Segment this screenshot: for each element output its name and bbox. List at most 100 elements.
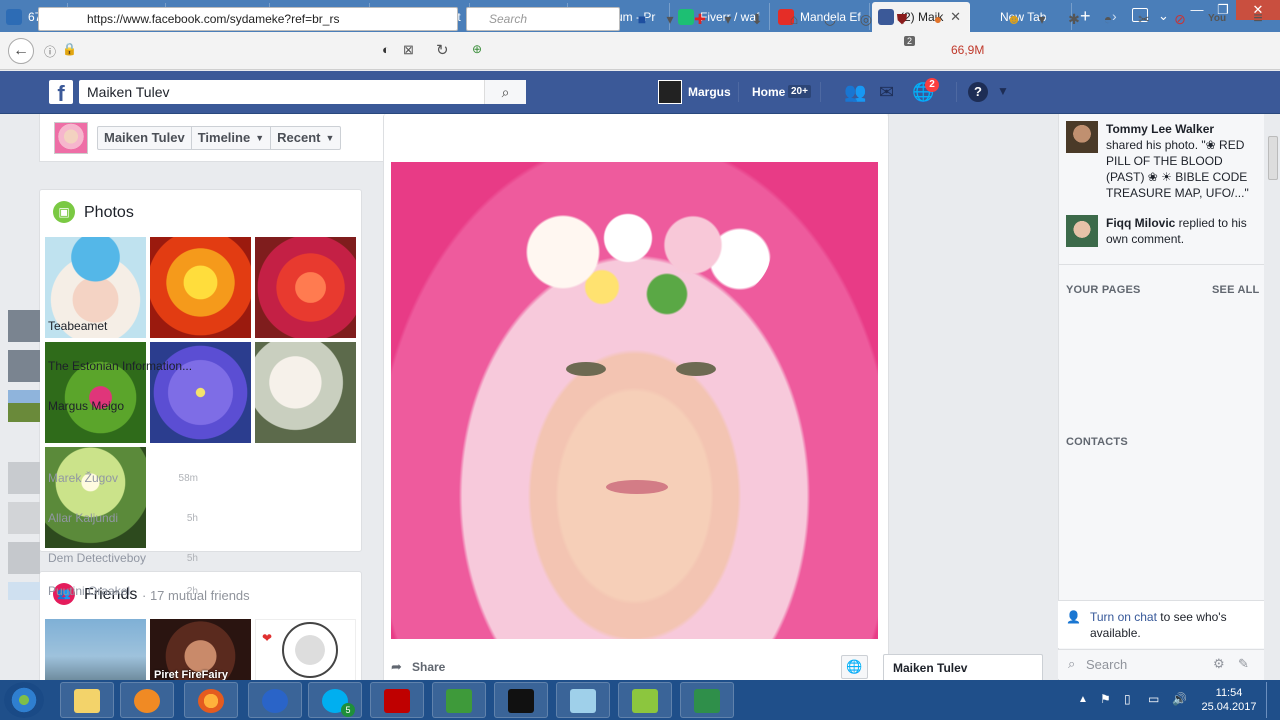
- page-item[interactable]: Teabeamet: [8, 310, 198, 342]
- gear-icon[interactable]: ⚙: [1213, 656, 1225, 672]
- divider: [956, 82, 957, 102]
- see-all-link[interactable]: SEE ALL: [1212, 284, 1259, 296]
- ticker-name[interactable]: Fiqq Milovic: [1106, 216, 1175, 230]
- ticker-story[interactable]: Fiqq Milovic replied to his own comment.: [1106, 215, 1258, 247]
- home-icon[interactable]: ⌂: [786, 11, 802, 27]
- account-menu-chevron-icon[interactable]: ▼: [997, 84, 1009, 98]
- contact-item[interactable]: Dem Detectiveboy 5h: [8, 542, 198, 574]
- ublock-icon[interactable]: ⛊: [894, 11, 910, 27]
- browser-taskbar-button[interactable]: [248, 682, 302, 718]
- start-button[interactable]: [4, 682, 44, 718]
- dropdown-chevron-icon[interactable]: ▾: [662, 11, 678, 27]
- avatar[interactable]: [658, 80, 682, 104]
- save-icon[interactable]: ■: [634, 11, 650, 27]
- friend-thumbnail[interactable]: [45, 619, 146, 681]
- ticker-name[interactable]: Tommy Lee Walker: [1106, 122, 1214, 136]
- media-player-taskbar-button[interactable]: [120, 682, 174, 718]
- pocket-icon[interactable]: ◡: [822, 11, 838, 27]
- contact-item[interactable]: Marek Žugov 58m: [8, 462, 198, 494]
- ticker-story[interactable]: Tommy Lee Walker shared his photo. "❀ RED…: [1106, 121, 1258, 201]
- tab-list-chevron-icon[interactable]: ⌄: [1158, 8, 1169, 24]
- friend-requests-icon[interactable]: 👥: [844, 82, 866, 103]
- tools-icon[interactable]: ✂: [1136, 11, 1152, 27]
- contact-time: 58m: [178, 472, 198, 484]
- browser-tab[interactable]: (2) Maik ✕: [872, 2, 970, 32]
- volume-icon[interactable]: 🔊: [1172, 692, 1187, 706]
- tray-expand-icon[interactable]: ▲: [1078, 694, 1088, 705]
- reload-icon[interactable]: ↻: [436, 41, 449, 59]
- page-item[interactable]: Margus Meigo: [8, 390, 198, 422]
- page-icon: [8, 390, 40, 422]
- avatar[interactable]: [1066, 215, 1098, 247]
- filezilla-taskbar-button[interactable]: [370, 682, 424, 718]
- device-icon[interactable]: ▯: [1124, 692, 1131, 706]
- timeline-dropdown[interactable]: Timeline ▼: [192, 127, 272, 149]
- search-icon[interactable]: ⌕: [484, 80, 526, 104]
- reader-view-icon[interactable]: ⊠: [403, 42, 414, 58]
- search-engine-icon[interactable]: ⊕: [472, 42, 482, 56]
- memory-usage-label: 66,9M: [951, 43, 985, 57]
- bug-icon[interactable]: ✱: [1066, 11, 1082, 27]
- notification-badge: 2: [925, 78, 939, 92]
- sidebar-scrollbar[interactable]: [1268, 136, 1278, 180]
- ublock-badge: 2: [904, 36, 916, 46]
- photos-title[interactable]: Photos: [84, 204, 134, 222]
- clock[interactable]: 11:54 25.04.2017: [1201, 686, 1257, 714]
- avatar[interactable]: [1066, 121, 1098, 153]
- messenger-icon[interactable]: ✉: [879, 82, 894, 103]
- photo-thumbnail[interactable]: [255, 342, 356, 443]
- share-button[interactable]: Share: [412, 660, 445, 674]
- contact-item[interactable]: Puutini Oraakel 2h: [8, 582, 198, 600]
- browser-search-input[interactable]: Search: [466, 7, 620, 31]
- network-tray-icon[interactable]: ▭: [1148, 692, 1159, 706]
- disguise-icon[interactable]: ◓: [1100, 11, 1116, 27]
- facebook-logo-icon[interactable]: f: [49, 80, 73, 106]
- memory-icon[interactable]: ●: [930, 11, 946, 27]
- back-button[interactable]: ←: [8, 38, 34, 64]
- first-aid-icon[interactable]: ✚: [692, 11, 708, 27]
- tab-favicon-icon: [878, 9, 894, 25]
- contact-item[interactable]: Allar Kaljundi 5h: [8, 502, 198, 534]
- url-bar[interactable]: https://www.facebook.com/sydameke?ref=br…: [38, 7, 458, 31]
- share-icon[interactable]: ➦: [391, 659, 402, 675]
- download-icon[interactable]: ⬇: [749, 11, 765, 27]
- photo-thumbnail[interactable]: [255, 237, 356, 338]
- screenshot-icon[interactable]: ◎: [858, 11, 874, 27]
- spreadsheet-taskbar-button[interactable]: [432, 682, 486, 718]
- explorer-taskbar-button[interactable]: [60, 682, 114, 718]
- help-icon[interactable]: ?: [968, 82, 988, 102]
- post-photo[interactable]: [391, 162, 878, 639]
- profile-thumbnail[interactable]: [54, 122, 88, 154]
- page-item[interactable]: The Estonian Information...: [8, 350, 198, 382]
- facebook-search-input[interactable]: Maiken Tulev: [79, 80, 526, 104]
- chat-tab[interactable]: Maiken Tulev: [883, 654, 1043, 680]
- greasemonkey-icon[interactable]: ☻: [1006, 11, 1022, 27]
- notepadpp-taskbar-button[interactable]: [618, 682, 672, 718]
- tab-favicon-icon: [978, 8, 994, 25]
- search-icon: ⌕: [1068, 656, 1076, 671]
- browser-tab[interactable]: New Tab: [972, 3, 1072, 30]
- turn-on-chat-link[interactable]: Turn on chat: [1090, 610, 1157, 624]
- dropdown-chevron-icon[interactable]: ▾: [1034, 11, 1050, 27]
- site-info-icon[interactable]: ⓘ: [44, 43, 56, 60]
- compose-icon[interactable]: ✎: [1238, 656, 1249, 672]
- divider: [1058, 264, 1264, 265]
- flag-icon[interactable]: ⚑: [1100, 692, 1111, 706]
- recent-dropdown[interactable]: Recent ▼: [271, 127, 340, 149]
- firefox-taskbar-button[interactable]: [184, 682, 238, 718]
- dropdown-chevron-icon[interactable]: ▾: [720, 11, 736, 27]
- audience-globe-icon[interactable]: 🌐: [841, 655, 868, 679]
- network-taskbar-button[interactable]: [680, 682, 734, 718]
- profile-name-button[interactable]: Maiken Tulev: [98, 127, 192, 149]
- terminal-taskbar-button[interactable]: [494, 682, 548, 718]
- show-desktop-button[interactable]: [1266, 682, 1278, 718]
- menu-icon[interactable]: ≡: [1250, 11, 1266, 27]
- youtube-icon[interactable]: You: [1208, 11, 1226, 27]
- chat-search-input[interactable]: Search: [1086, 657, 1127, 672]
- close-tab-icon[interactable]: ✕: [950, 9, 961, 25]
- notepad-taskbar-button[interactable]: [556, 682, 610, 718]
- privacy-icon[interactable]: ◐: [382, 42, 390, 57]
- block-icon[interactable]: ⊘: [1172, 11, 1188, 27]
- user-name-link[interactable]: Margus: [688, 85, 731, 99]
- home-link[interactable]: Home: [752, 85, 785, 99]
